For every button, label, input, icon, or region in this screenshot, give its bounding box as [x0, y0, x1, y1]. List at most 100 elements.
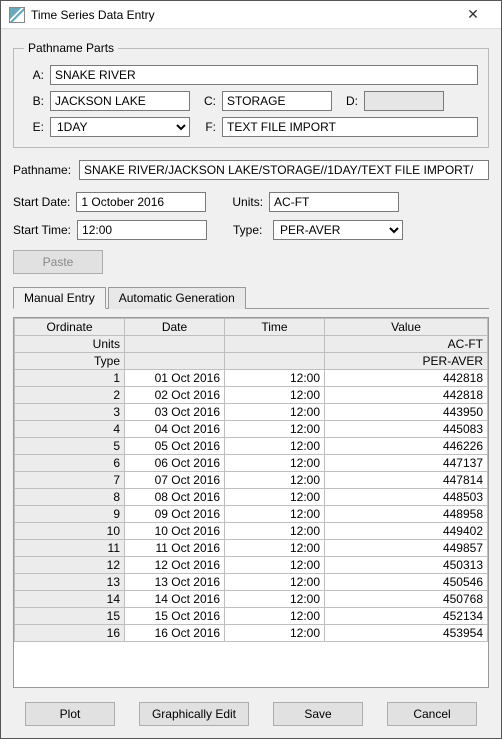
table-row[interactable]: 909 Oct 201612:00448958 [15, 506, 488, 523]
cell-value[interactable]: 447814 [325, 472, 488, 489]
table-row[interactable]: 606 Oct 201612:00447137 [15, 455, 488, 472]
cell-time[interactable]: 12:00 [225, 455, 325, 472]
cell-value[interactable]: 452134 [325, 608, 488, 625]
tab-manual-entry[interactable]: Manual Entry [13, 287, 106, 309]
table-row[interactable]: 1111 Oct 201612:00449857 [15, 540, 488, 557]
tab-automatic-generation[interactable]: Automatic Generation [108, 287, 246, 309]
cell-date[interactable]: 06 Oct 2016 [125, 455, 225, 472]
cell-time[interactable]: 12:00 [225, 421, 325, 438]
meta-label: Type [15, 353, 125, 370]
cell-date[interactable]: 15 Oct 2016 [125, 608, 225, 625]
cell-time[interactable]: 12:00 [225, 404, 325, 421]
data-grid-scroll[interactable]: Ordinate Date Time Value UnitsAC-FTTypeP… [14, 318, 488, 687]
cell-date[interactable]: 12 Oct 2016 [125, 557, 225, 574]
cell-time[interactable]: 12:00 [225, 472, 325, 489]
cell-value[interactable]: 448958 [325, 506, 488, 523]
cell-date[interactable]: 14 Oct 2016 [125, 591, 225, 608]
cell-value[interactable]: 449402 [325, 523, 488, 540]
cell-ordinate: 12 [15, 557, 125, 574]
cell-value[interactable]: 443950 [325, 404, 488, 421]
part-c-input[interactable] [222, 91, 332, 111]
cell-value[interactable]: 449857 [325, 540, 488, 557]
cell-date[interactable]: 10 Oct 2016 [125, 523, 225, 540]
cell-time[interactable]: 12:00 [225, 506, 325, 523]
cell-time[interactable]: 12:00 [225, 608, 325, 625]
cancel-button[interactable]: Cancel [387, 702, 477, 726]
table-row[interactable]: 1010 Oct 201612:00449402 [15, 523, 488, 540]
table-row[interactable]: 202 Oct 201612:00442818 [15, 387, 488, 404]
part-a-input[interactable] [50, 65, 478, 85]
cell-value[interactable]: 450313 [325, 557, 488, 574]
cell-date[interactable]: 07 Oct 2016 [125, 472, 225, 489]
cell-time[interactable]: 12:00 [225, 591, 325, 608]
units-label: Units: [232, 195, 263, 209]
cell-time[interactable]: 12:00 [225, 557, 325, 574]
start-date-label: Start Date: [13, 195, 70, 209]
cell-date[interactable]: 08 Oct 2016 [125, 489, 225, 506]
cell-value[interactable]: 447137 [325, 455, 488, 472]
table-row[interactable]: 101 Oct 201612:00442818 [15, 370, 488, 387]
cell-value[interactable]: 445083 [325, 421, 488, 438]
save-button[interactable]: Save [273, 702, 363, 726]
pathname-parts-legend: Pathname Parts [24, 41, 118, 55]
cell-value[interactable]: 453954 [325, 625, 488, 642]
cell-date[interactable]: 01 Oct 2016 [125, 370, 225, 387]
units-input[interactable] [269, 192, 399, 212]
cell-date[interactable]: 04 Oct 2016 [125, 421, 225, 438]
table-row[interactable]: 303 Oct 201612:00443950 [15, 404, 488, 421]
type-select[interactable]: PER-AVER [273, 220, 403, 240]
cell-time[interactable]: 12:00 [225, 489, 325, 506]
dialog-window: Time Series Data Entry ✕ Pathname Parts … [0, 0, 502, 739]
cell-time[interactable]: 12:00 [225, 523, 325, 540]
part-e-select[interactable]: 1DAY [50, 117, 190, 137]
cell-date[interactable]: 16 Oct 2016 [125, 625, 225, 642]
cell-time[interactable]: 12:00 [225, 438, 325, 455]
cell-date[interactable]: 11 Oct 2016 [125, 540, 225, 557]
part-b-input[interactable] [50, 91, 190, 111]
cell-date[interactable]: 09 Oct 2016 [125, 506, 225, 523]
cell-time[interactable]: 12:00 [225, 625, 325, 642]
col-value: Value [325, 319, 488, 336]
part-f-input[interactable] [222, 117, 478, 137]
cell-time[interactable]: 12:00 [225, 540, 325, 557]
cell-date[interactable]: 13 Oct 2016 [125, 574, 225, 591]
cell-ordinate: 14 [15, 591, 125, 608]
cell-date[interactable]: 05 Oct 2016 [125, 438, 225, 455]
footer-buttons: Plot Graphically Edit Save Cancel [13, 696, 489, 726]
cell-ordinate: 8 [15, 489, 125, 506]
table-row[interactable]: 1212 Oct 201612:00450313 [15, 557, 488, 574]
start-date-input[interactable] [76, 192, 206, 212]
label-b: B: [24, 94, 44, 108]
cell-value[interactable]: 448503 [325, 489, 488, 506]
table-row[interactable]: 808 Oct 201612:00448503 [15, 489, 488, 506]
cell-value[interactable]: 450768 [325, 591, 488, 608]
plot-button[interactable]: Plot [25, 702, 115, 726]
cell-date[interactable]: 02 Oct 2016 [125, 387, 225, 404]
start-time-input[interactable] [77, 220, 207, 240]
table-row[interactable]: 404 Oct 201612:00445083 [15, 421, 488, 438]
table-row[interactable]: 505 Oct 201612:00446226 [15, 438, 488, 455]
cell-ordinate: 7 [15, 472, 125, 489]
cell-time[interactable]: 12:00 [225, 387, 325, 404]
table-row[interactable]: 1616 Oct 201612:00453954 [15, 625, 488, 642]
cell-time[interactable]: 12:00 [225, 370, 325, 387]
cell-time[interactable]: 12:00 [225, 574, 325, 591]
table-row[interactable]: 1313 Oct 201612:00450546 [15, 574, 488, 591]
close-icon[interactable]: ✕ [453, 1, 493, 28]
dialog-content: Pathname Parts A: B: C: D: E: 1DAY F: [1, 29, 501, 738]
cell-date[interactable]: 03 Oct 2016 [125, 404, 225, 421]
titlebar: Time Series Data Entry ✕ [1, 1, 501, 29]
app-icon [9, 7, 25, 23]
table-row[interactable]: 707 Oct 201612:00447814 [15, 472, 488, 489]
graphically-edit-button[interactable]: Graphically Edit [139, 702, 249, 726]
pathname-input[interactable] [79, 160, 489, 180]
table-row[interactable]: 1414 Oct 201612:00450768 [15, 591, 488, 608]
cell-ordinate: 11 [15, 540, 125, 557]
cell-value[interactable]: 442818 [325, 370, 488, 387]
meta-value: PER-AVER [325, 353, 488, 370]
table-row[interactable]: 1515 Oct 201612:00452134 [15, 608, 488, 625]
cell-value[interactable]: 450546 [325, 574, 488, 591]
data-grid: Ordinate Date Time Value UnitsAC-FTTypeP… [13, 317, 489, 688]
cell-value[interactable]: 446226 [325, 438, 488, 455]
cell-value[interactable]: 442818 [325, 387, 488, 404]
